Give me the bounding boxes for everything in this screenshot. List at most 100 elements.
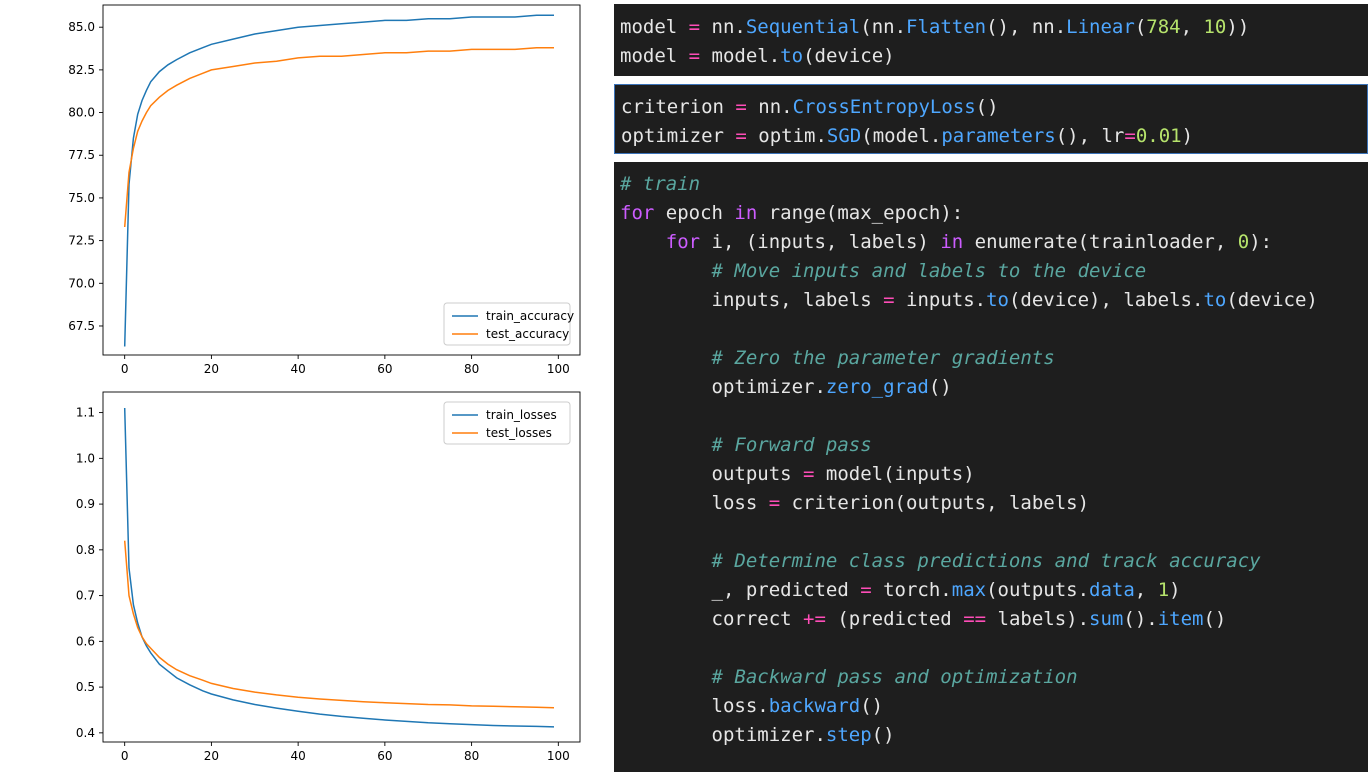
code-token: for	[620, 202, 655, 224]
training-plots: 0 20 40 60 80 100 67.5 70.0 72.5 75.0 77.5 80.0 82.5…	[68, 4, 581, 763]
x-tick-label: 60	[377, 362, 392, 376]
code-token: (), nn.	[986, 16, 1067, 38]
y-tick-label: 0.8	[76, 543, 95, 557]
code-token: 784	[1146, 16, 1181, 38]
code-token: parameters	[941, 125, 1056, 147]
x-tick-label: 0	[121, 362, 129, 376]
y-tick-label: 0.5	[76, 680, 95, 694]
legend-label: train_accuracy	[486, 309, 574, 323]
code-token: _, predicted	[620, 579, 861, 601]
code-token: to	[1203, 289, 1227, 311]
code-line: inputs, labels = inputs.to(device), labe…	[620, 286, 1368, 315]
y-tick-label: 77.5	[68, 148, 95, 162]
code-token: ,	[1180, 16, 1204, 38]
x-tick-label: 80	[464, 749, 479, 763]
y-tick-label: 80.0	[68, 106, 95, 120]
code-line: optimizer.zero_grad()	[620, 373, 1368, 402]
code-line: loss = criterion(outputs, labels)	[620, 489, 1368, 518]
code-token: model	[620, 45, 689, 67]
code-line: optimizer = optim.SGD(model.parameters()…	[621, 122, 1367, 151]
code-line: criterion = nn.CrossEntropyLoss()	[621, 93, 1367, 122]
y-tick-label: 0.4	[76, 726, 95, 740]
code-token: =	[735, 125, 747, 147]
legend-label: test_accuracy	[486, 327, 569, 341]
x-tick-label: 40	[290, 362, 305, 376]
code-token: =	[1124, 125, 1136, 147]
x-tick-label: 0	[121, 749, 129, 763]
code-token: nn.	[700, 16, 746, 38]
code-token: (device)	[803, 45, 895, 67]
code-line: optimizer.step()	[620, 721, 1368, 750]
code-token: model(inputs)	[814, 463, 975, 485]
code-token: ()	[860, 695, 884, 717]
y-tick-label: 0.6	[76, 634, 95, 648]
code-token: (), lr	[1055, 125, 1125, 147]
code-token: loss.	[620, 695, 769, 717]
y-tick-label: 72.5	[68, 234, 95, 248]
code-token: ))	[1226, 16, 1250, 38]
code-line: # Backward pass and optimization	[620, 663, 1368, 692]
code-token: =	[688, 45, 701, 67]
x-tick-label: 20	[204, 362, 219, 376]
code-line: # Determine class predictions and track …	[620, 547, 1368, 576]
code-token: Sequential	[745, 16, 861, 38]
code-token: inputs.	[894, 289, 987, 311]
code-token: (predicted	[825, 608, 964, 630]
code-comment: # Move inputs and labels to the device	[711, 260, 1147, 282]
code-token: sum	[1089, 608, 1124, 630]
code-token: ().	[1123, 608, 1158, 630]
x-tick-label: 100	[547, 362, 570, 376]
code-token: =	[735, 96, 747, 118]
code-token: model.	[700, 45, 781, 67]
code-token: +=	[803, 608, 826, 630]
code-cell-training-loop[interactable]: # train for epoch in range(max_epoch): fo…	[614, 162, 1368, 772]
code-line: loss.backward()	[620, 692, 1368, 721]
code-line: # Forward pass	[620, 431, 1368, 460]
code-token: (model.	[861, 125, 942, 147]
code-token: to	[780, 45, 804, 67]
y-tick-label: 67.5	[68, 319, 95, 333]
code-token: )	[1181, 125, 1194, 147]
code-token: model	[620, 16, 689, 38]
code-token: =	[768, 492, 781, 514]
x-tick-label: 40	[290, 749, 305, 763]
code-token: torch.	[871, 579, 952, 601]
code-token: ()	[928, 376, 952, 398]
code-token: 0	[1237, 231, 1250, 253]
code-token: inputs, labels	[620, 289, 884, 311]
code-token: 0.01	[1135, 125, 1182, 147]
y-tick-label: 1.1	[76, 406, 95, 420]
code-token: data	[1089, 579, 1135, 601]
code-token: ()	[871, 724, 895, 746]
code-line: _, predicted = torch.max(outputs.data, 1…	[620, 576, 1368, 605]
code-token: =	[688, 16, 701, 38]
plots-panel: 0 20 40 60 80 100 67.5 70.0 72.5 75.0 77.5 80.0 82.5…	[0, 0, 610, 772]
code-token: =	[860, 579, 872, 601]
code-token: criterion	[621, 96, 736, 118]
x-tick-label: 100	[547, 749, 570, 763]
code-cell-loss-optimizer[interactable]: criterion = nn.CrossEntropyLoss() optimiz…	[614, 84, 1368, 154]
code-token: max	[951, 579, 987, 601]
y-tick-label: 0.9	[76, 497, 95, 511]
code-token: ==	[963, 608, 987, 630]
code-token: 1	[1157, 579, 1170, 601]
code-token: outputs	[620, 463, 804, 485]
x-tick-label: 80	[464, 362, 479, 376]
code-token: criterion(outputs, labels)	[780, 492, 1090, 514]
code-token: correct	[620, 608, 804, 630]
code-token: ,	[1134, 579, 1158, 601]
code-token: i, (inputs, labels)	[700, 231, 941, 253]
code-cell-model[interactable]: model = nn.Sequential(nn.Flatten(), nn.L…	[614, 4, 1368, 76]
code-token: ):	[1249, 231, 1273, 253]
code-token: (device), labels.	[1008, 289, 1204, 311]
code-comment: # Forward pass	[711, 434, 872, 456]
code-token: =	[803, 463, 815, 485]
code-comment: # Determine class predictions and track …	[711, 550, 1261, 572]
code-token: (outputs.	[986, 579, 1090, 601]
code-token: (	[1134, 16, 1147, 38]
